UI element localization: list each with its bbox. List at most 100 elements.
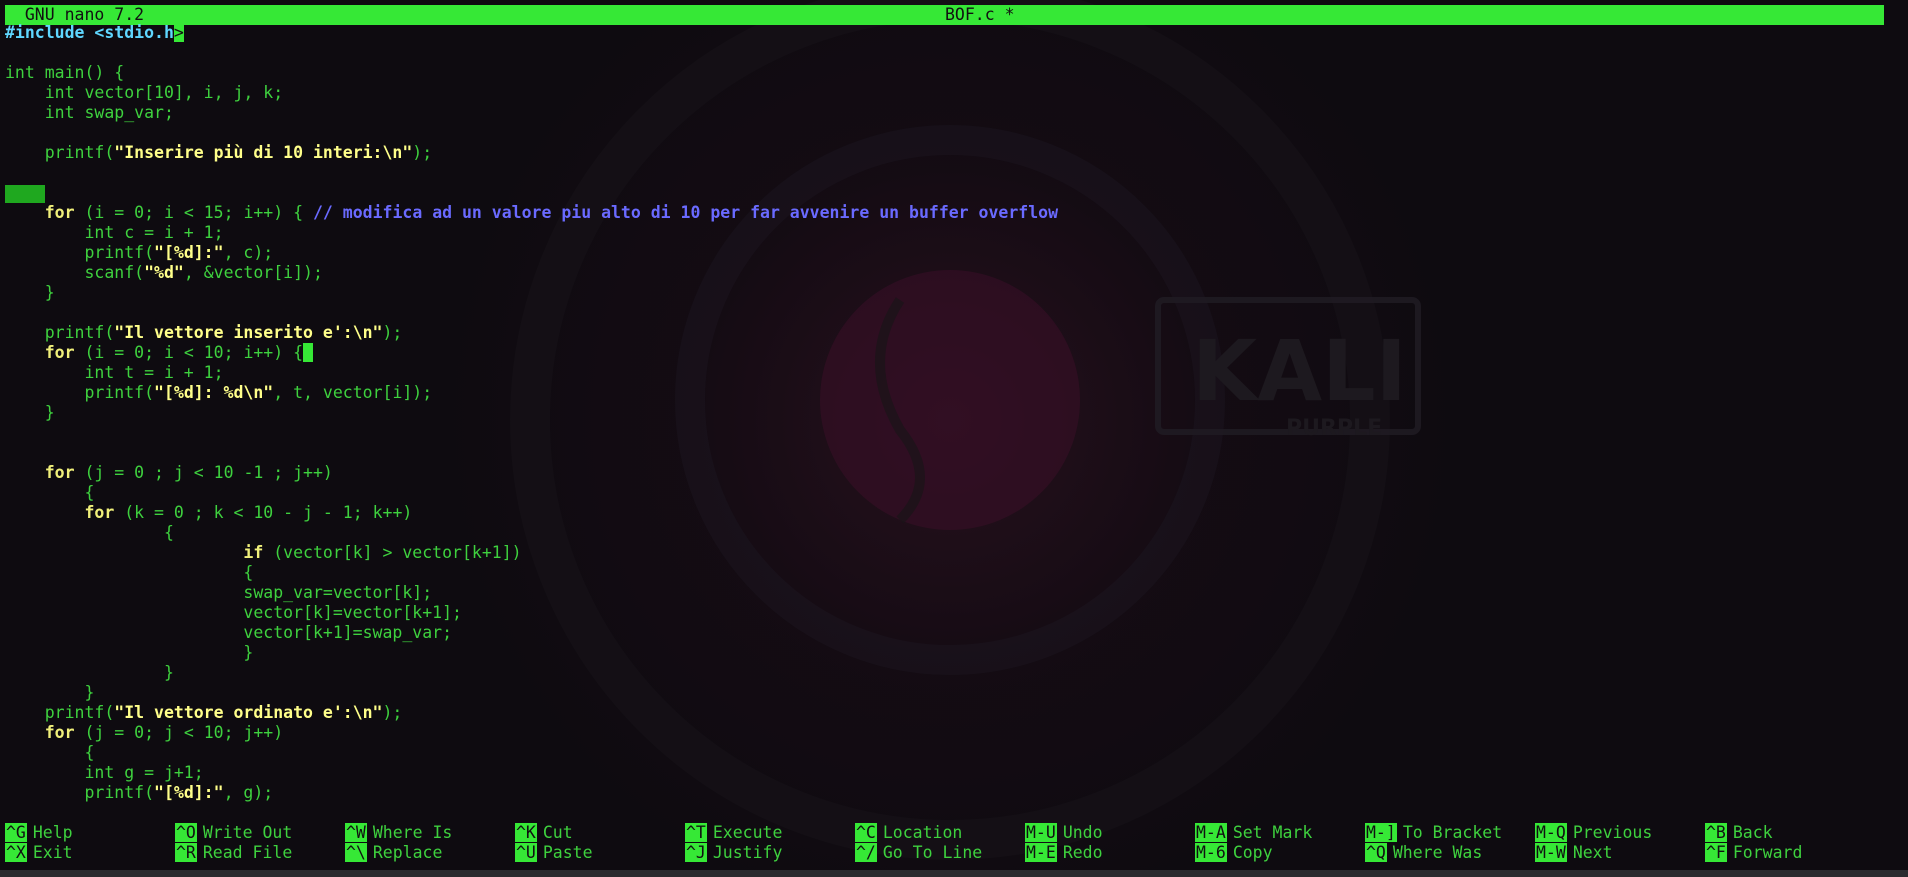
nano-title-bar: GNU nano 7.2 BOF.c * bbox=[5, 5, 1884, 25]
shortcut-key: ^T bbox=[685, 823, 707, 842]
code-token: ); bbox=[412, 143, 433, 162]
shortcut-back[interactable]: ^B Back bbox=[1705, 823, 1773, 843]
shortcut-key: ^R bbox=[175, 843, 197, 862]
code-line[interactable]: swap_var=vector[k]; bbox=[5, 583, 1900, 603]
shortcut-undo[interactable]: M-U Undo bbox=[1025, 823, 1103, 843]
shortcut-redo[interactable]: M-E Redo bbox=[1025, 843, 1103, 863]
code-token: printf( bbox=[5, 143, 115, 162]
code-line[interactable]: { bbox=[5, 743, 1900, 763]
shortcut-key: ^W bbox=[345, 823, 367, 842]
code-token: "[%d]:" bbox=[154, 243, 224, 262]
code-line[interactable]: int main() { bbox=[5, 63, 1900, 83]
shortcut-justify[interactable]: ^J Justify bbox=[685, 843, 782, 863]
code-line[interactable]: int c = i + 1; bbox=[5, 223, 1900, 243]
shortcut-set-mark[interactable]: M-A Set Mark bbox=[1195, 823, 1312, 843]
shortcut-copy[interactable]: M-6 Copy bbox=[1195, 843, 1273, 863]
code-token: } bbox=[5, 403, 55, 422]
code-token: , g); bbox=[223, 783, 274, 802]
shortcut-read-file[interactable]: ^R Read File bbox=[175, 843, 292, 863]
code-line[interactable]: } bbox=[5, 663, 1900, 683]
shortcut-help[interactable]: ^G Help bbox=[5, 823, 73, 843]
code-line[interactable]: #include <stdio.h> bbox=[5, 23, 1900, 43]
code-line[interactable] bbox=[5, 423, 1900, 443]
code-line[interactable]: int swap_var; bbox=[5, 103, 1900, 123]
code-line[interactable]: { bbox=[5, 483, 1900, 503]
text-cursor: > bbox=[173, 23, 184, 42]
code-line[interactable] bbox=[5, 183, 1900, 203]
editor-buffer[interactable]: #include <stdio.h> int main() { int vecto… bbox=[5, 23, 1900, 803]
shortcut-cut[interactable]: ^K Cut bbox=[515, 823, 573, 843]
code-token: for bbox=[44, 203, 75, 222]
code-token: , t, vector[i]); bbox=[273, 383, 433, 402]
code-line[interactable]: } bbox=[5, 683, 1900, 703]
code-line[interactable]: } bbox=[5, 643, 1900, 663]
shortcut-key: ^G bbox=[5, 823, 27, 842]
code-token: (k = 0 ; k < 10 - j - 1; k++) bbox=[114, 503, 413, 522]
code-line[interactable]: { bbox=[5, 523, 1900, 543]
code-line[interactable]: { bbox=[5, 563, 1900, 583]
code-line[interactable]: for (k = 0 ; k < 10 - j - 1; k++) bbox=[5, 503, 1900, 523]
code-line[interactable] bbox=[5, 163, 1900, 183]
code-token: { bbox=[5, 743, 95, 762]
code-line[interactable]: } bbox=[5, 403, 1900, 423]
code-token: (j = 0; j < 10; j++) bbox=[74, 723, 284, 742]
code-token: "[%d]:" bbox=[154, 783, 224, 802]
code-line[interactable]: printf("[%d]: %d\n", t, vector[i]); bbox=[5, 383, 1900, 403]
code-line[interactable]: scanf("%d", &vector[i]); bbox=[5, 263, 1900, 283]
code-token: "%d" bbox=[144, 263, 184, 282]
shortcut-key: ^U bbox=[515, 843, 537, 862]
shortcut-paste[interactable]: ^U Paste bbox=[515, 843, 593, 863]
code-line[interactable] bbox=[5, 43, 1900, 63]
shortcut-previous[interactable]: M-Q Previous bbox=[1535, 823, 1652, 843]
code-token: int t = i + 1; bbox=[5, 363, 224, 382]
code-line[interactable]: vector[k+1]=swap_var; bbox=[5, 623, 1900, 643]
code-line[interactable]: for (j = 0; j < 10; j++) bbox=[5, 723, 1900, 743]
code-line[interactable] bbox=[5, 123, 1900, 143]
shortcut-label: Help bbox=[32, 823, 73, 842]
shortcut-label: Cut bbox=[542, 823, 573, 842]
shortcut-replace[interactable]: ^\ Replace bbox=[345, 843, 442, 863]
code-line[interactable]: printf("[%d]:", c); bbox=[5, 243, 1900, 263]
shortcut-key: ^J bbox=[685, 843, 707, 862]
shortcut-key: ^/ bbox=[855, 843, 877, 862]
code-line[interactable] bbox=[5, 303, 1900, 323]
code-line[interactable]: for (i = 0; i < 15; i++) { // modifica a… bbox=[5, 203, 1900, 223]
code-line[interactable] bbox=[5, 443, 1900, 463]
code-line[interactable]: printf("Il vettore ordinato e':\n"); bbox=[5, 703, 1900, 723]
shortcut-key: M-E bbox=[1025, 843, 1057, 862]
code-token: } bbox=[5, 663, 174, 682]
code-line[interactable]: int vector[10], i, j, k; bbox=[5, 83, 1900, 103]
code-line[interactable]: int t = i + 1; bbox=[5, 363, 1900, 383]
shortcut-bar: ^G Help ^O Write Out ^W Where Is ^K Cut ^T Execut… bbox=[5, 823, 1900, 863]
code-line[interactable]: printf("[%d]:", g); bbox=[5, 783, 1900, 803]
code-line[interactable]: for (j = 0 ; j < 10 -1 ; j++) bbox=[5, 463, 1900, 483]
window-bottom-border bbox=[0, 870, 1908, 877]
code-line[interactable]: if (vector[k] > vector[k+1]) bbox=[5, 543, 1900, 563]
shortcut-label: Replace bbox=[372, 843, 443, 862]
shortcut-location[interactable]: ^C Location bbox=[855, 823, 962, 843]
shortcut-key: M-W bbox=[1535, 843, 1567, 862]
shortcut-key: ^Q bbox=[1365, 843, 1387, 862]
code-line[interactable]: } bbox=[5, 283, 1900, 303]
shortcut-label: Undo bbox=[1062, 823, 1103, 842]
code-line[interactable]: int g = j+1; bbox=[5, 763, 1900, 783]
shortcut-to-bracket[interactable]: M-] To Bracket bbox=[1365, 823, 1502, 843]
shortcut-forward[interactable]: ^F Forward bbox=[1705, 843, 1802, 863]
code-token: int c = i + 1; bbox=[5, 223, 224, 242]
shortcut-go-to-line[interactable]: ^/ Go To Line bbox=[855, 843, 982, 863]
code-token: printf( bbox=[5, 783, 155, 802]
shortcut-write-out[interactable]: ^O Write Out bbox=[175, 823, 292, 843]
shortcut-next[interactable]: M-W Next bbox=[1535, 843, 1613, 863]
shortcut-execute[interactable]: ^T Execute bbox=[685, 823, 782, 843]
shortcut-exit[interactable]: ^X Exit bbox=[5, 843, 73, 863]
code-token: "Inserire più di 10 interi:\n" bbox=[114, 143, 413, 162]
code-line[interactable]: for (i = 0; i < 10; i++) { bbox=[5, 343, 1900, 363]
code-line[interactable]: printf("Inserire più di 10 interi:\n"); bbox=[5, 143, 1900, 163]
shortcut-where-was[interactable]: ^Q Where Was bbox=[1365, 843, 1482, 863]
code-line[interactable]: vector[k]=vector[k+1]; bbox=[5, 603, 1900, 623]
shortcut-where-is[interactable]: ^W Where Is bbox=[345, 823, 452, 843]
code-token: printf( bbox=[5, 703, 115, 722]
code-line[interactable]: printf("Il vettore inserito e':\n"); bbox=[5, 323, 1900, 343]
